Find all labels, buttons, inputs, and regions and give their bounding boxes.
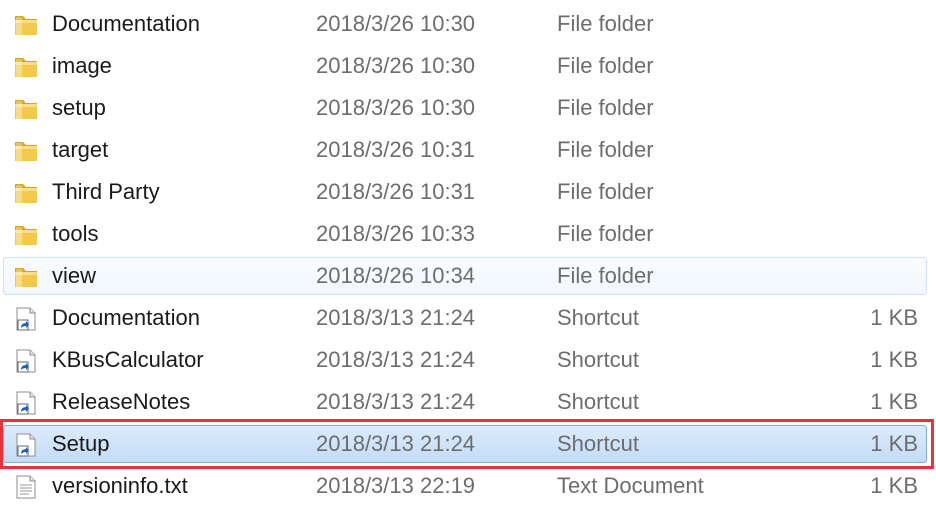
file-type: File folder: [557, 95, 654, 120]
file-date-modified: 2018/3/13 21:24: [316, 431, 476, 456]
shortcut-icon: [12, 306, 40, 332]
file-size: 1 KB: [870, 305, 918, 330]
file-row-shortcut-releasenotes[interactable]: ReleaseNotes 2018/3/13 21:24 Shortcut 1 …: [3, 383, 927, 421]
file-date-modified: 2018/3/26 10:33: [316, 221, 476, 246]
file-row-folder-target[interactable]: target 2018/3/26 10:31 File folder: [3, 131, 927, 169]
file-size: 1 KB: [870, 389, 918, 414]
folder-icon: [12, 138, 40, 164]
file-row-text-versioninfo[interactable]: versioninfo.txt 2018/3/13 22:19 Text Doc…: [3, 467, 927, 505]
file-type: File folder: [557, 179, 654, 204]
file-date-modified: 2018/3/26 10:30: [316, 11, 476, 36]
file-type: Text Document: [557, 473, 704, 498]
file-type: File folder: [557, 11, 654, 36]
file-name: Setup: [52, 431, 110, 456]
folder-icon: [12, 264, 40, 290]
file-date-modified: 2018/3/26 10:31: [316, 137, 476, 162]
file-list: Documentation 2018/3/26 10:30 File folde…: [0, 0, 936, 502]
file-type: File folder: [557, 263, 654, 288]
file-date-modified: 2018/3/13 21:24: [316, 305, 476, 330]
file-row-shortcut-setup[interactable]: Setup 2018/3/13 21:24 Shortcut 1 KB: [3, 425, 927, 463]
folder-icon: [12, 96, 40, 122]
file-size: 1 KB: [870, 347, 918, 372]
shortcut-icon: [12, 432, 40, 458]
folder-icon: [12, 180, 40, 206]
shortcut-icon: [12, 390, 40, 416]
file-name: view: [52, 263, 97, 288]
file-type: File folder: [557, 137, 654, 162]
file-date-modified: 2018/3/13 21:24: [316, 389, 476, 414]
file-date-modified: 2018/3/13 22:19: [316, 473, 476, 498]
file-name: KBusCalculator: [52, 347, 204, 372]
file-size: 1 KB: [870, 431, 918, 456]
shortcut-icon: [12, 348, 40, 374]
file-row-folder-documentation[interactable]: Documentation 2018/3/26 10:30 File folde…: [3, 5, 927, 43]
file-row-folder-tools[interactable]: tools 2018/3/26 10:33 File folder: [3, 215, 927, 253]
file-date-modified: 2018/3/26 10:30: [316, 53, 476, 78]
file-date-modified: 2018/3/26 10:34: [316, 263, 476, 288]
file-type: File folder: [557, 53, 654, 78]
file-name: ReleaseNotes: [52, 389, 191, 414]
file-type: Shortcut: [557, 389, 639, 414]
file-date-modified: 2018/3/13 21:24: [316, 347, 476, 372]
file-row-folder-setup[interactable]: setup 2018/3/26 10:30 File folder: [3, 89, 927, 127]
file-row-folder-view[interactable]: view 2018/3/26 10:34 File folder: [3, 257, 927, 295]
file-name: setup: [52, 95, 106, 120]
file-size: 1 KB: [870, 473, 918, 498]
folder-icon: [12, 222, 40, 248]
file-name: versioninfo.txt: [52, 473, 188, 498]
file-date-modified: 2018/3/26 10:30: [316, 95, 476, 120]
file-row-shortcut-kbuscalculator[interactable]: KBusCalculator 2018/3/13 21:24 Shortcut …: [3, 341, 927, 379]
file-type: Shortcut: [557, 347, 639, 372]
file-name: tools: [52, 221, 99, 246]
text-document-icon: [12, 474, 40, 500]
file-row-folder-third-party[interactable]: Third Party 2018/3/26 10:31 File folder: [3, 173, 927, 211]
file-name: image: [52, 53, 112, 78]
file-type: File folder: [557, 221, 654, 246]
file-date-modified: 2018/3/26 10:31: [316, 179, 476, 204]
file-type: Shortcut: [557, 431, 639, 456]
file-name: Documentation: [52, 305, 200, 330]
file-name: Documentation: [52, 11, 200, 36]
file-name: Third Party: [52, 179, 160, 204]
folder-icon: [12, 12, 40, 38]
file-type: Shortcut: [557, 305, 639, 330]
file-row-shortcut-documentation[interactable]: Documentation 2018/3/13 21:24 Shortcut 1…: [3, 299, 927, 337]
file-row-folder-image[interactable]: image 2018/3/26 10:30 File folder: [3, 47, 927, 85]
file-name: target: [52, 137, 109, 162]
folder-icon: [12, 54, 40, 80]
